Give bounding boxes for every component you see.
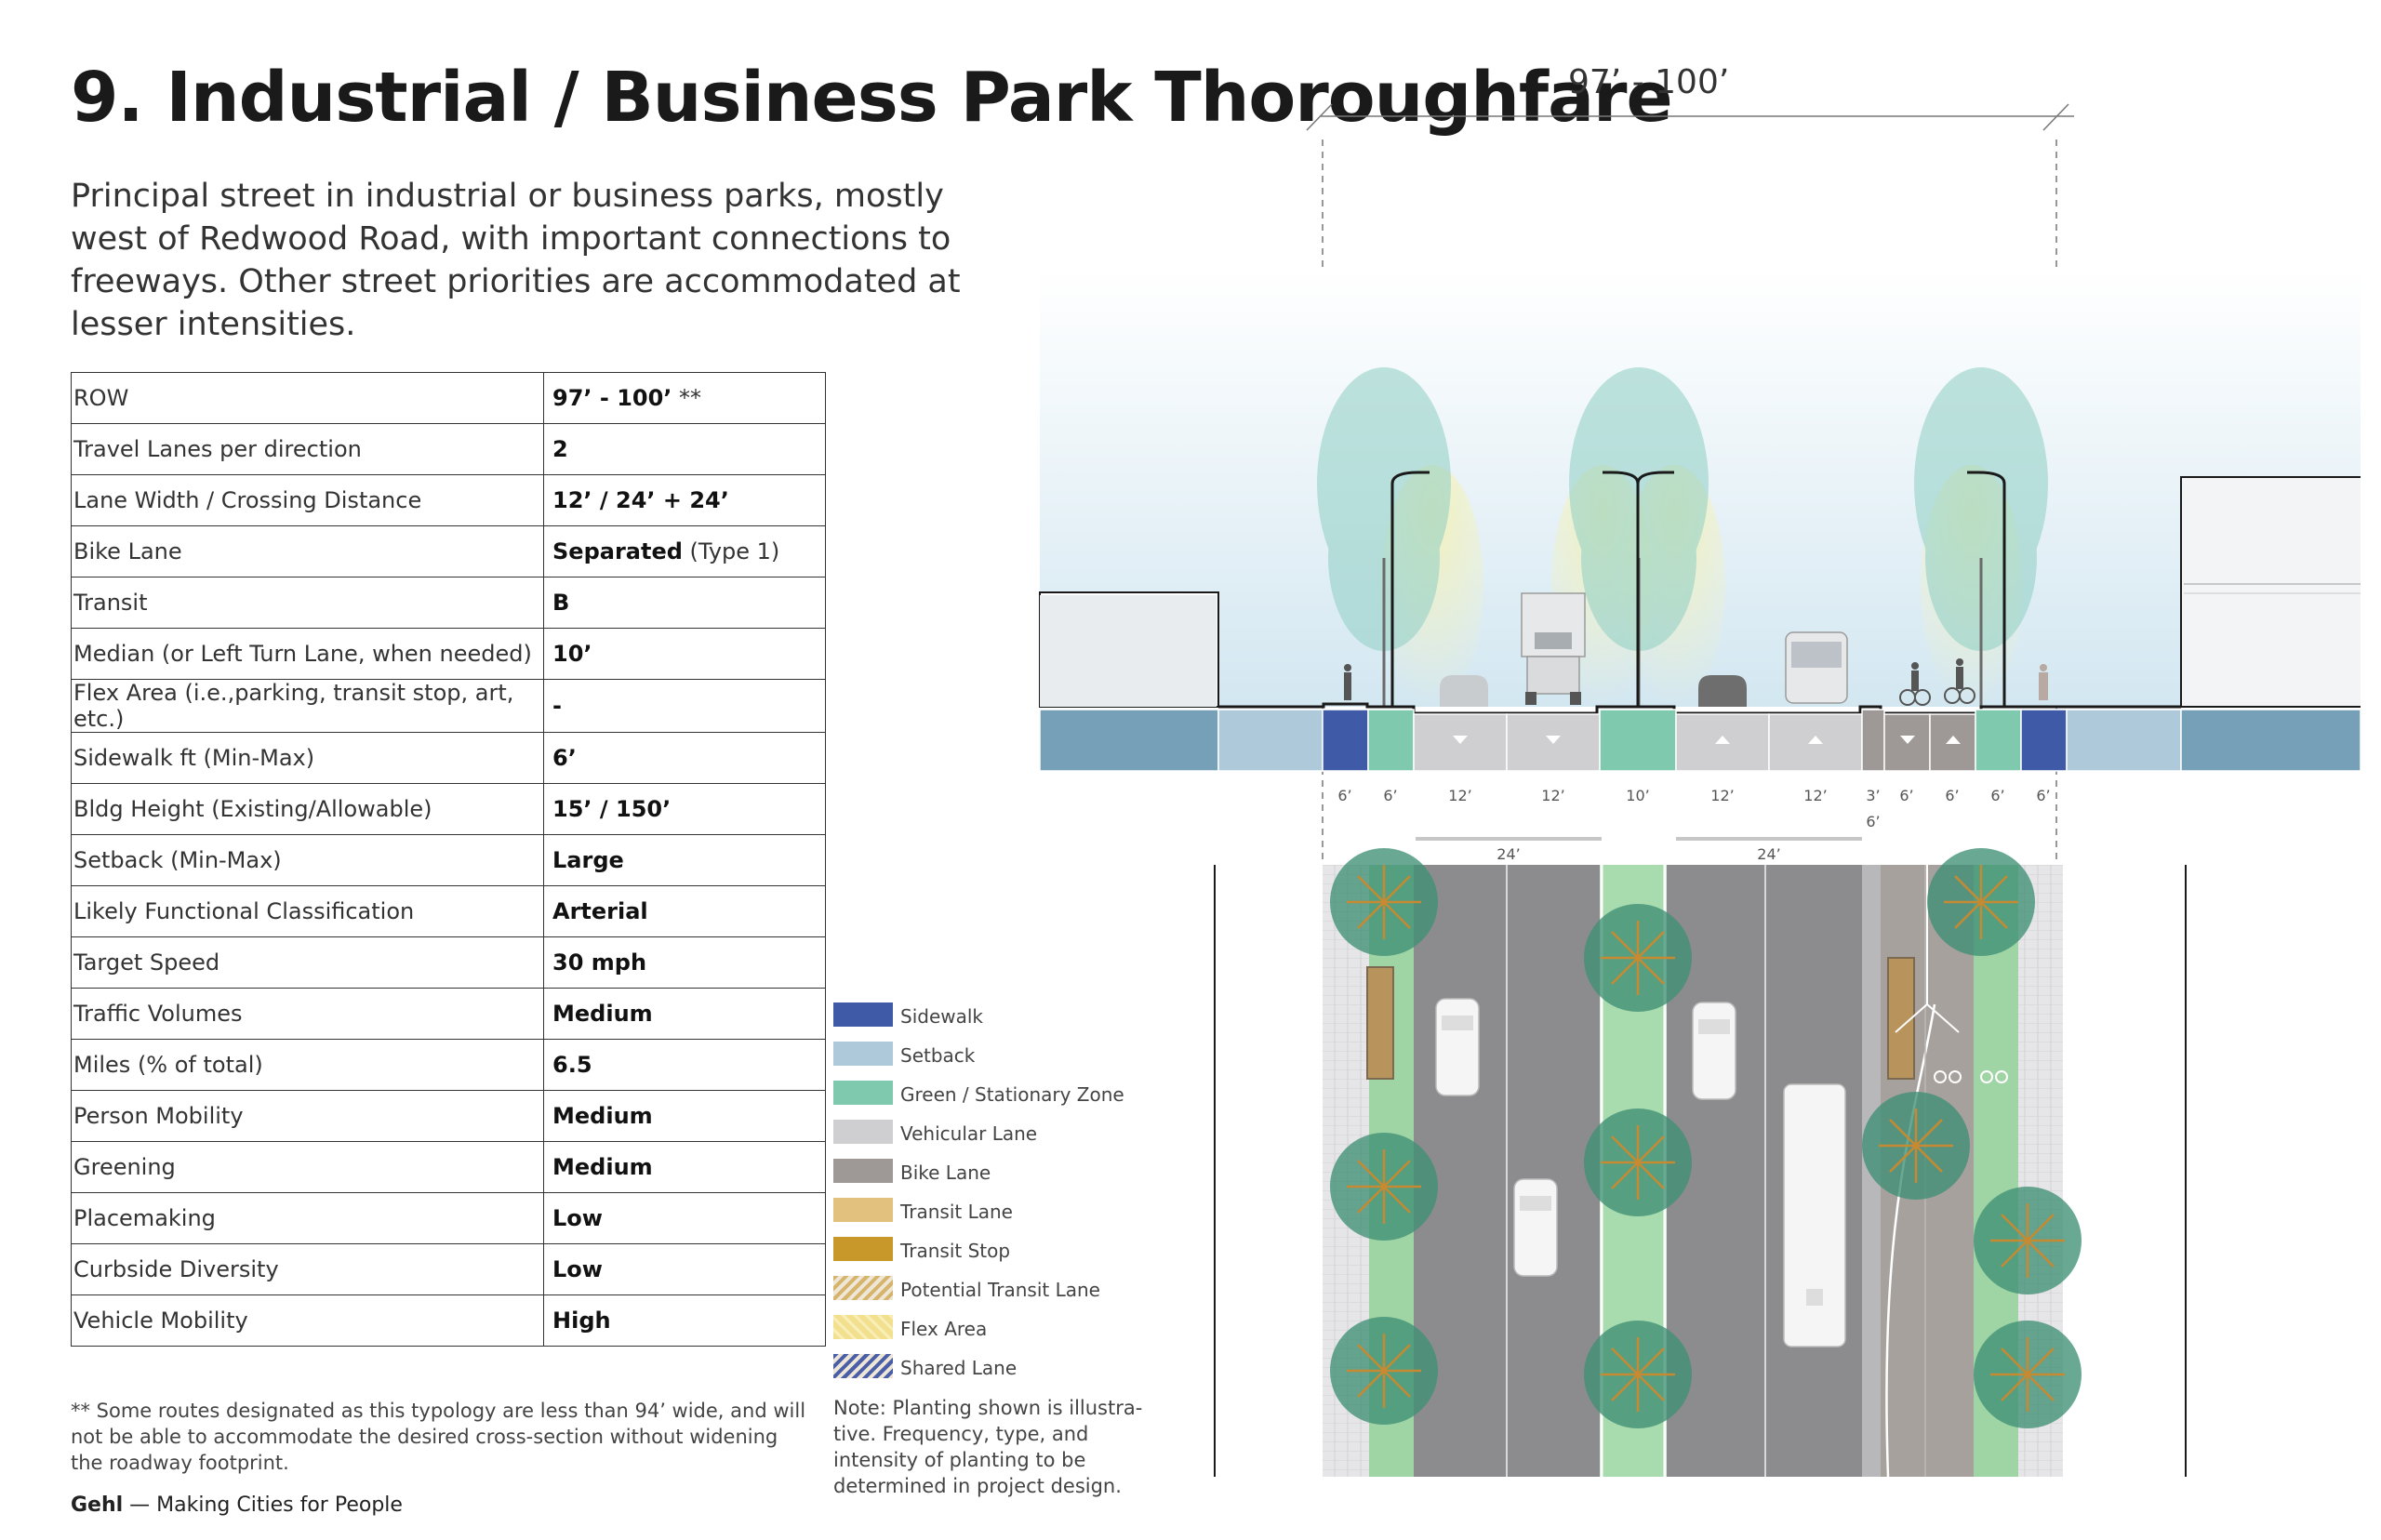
lane-dimension: 12’ [1803,787,1827,804]
tree-branches [1347,1334,1421,1408]
lane-dimension: 6’ [1945,787,1959,804]
street-plan-view [1214,848,2187,1478]
lane-dimension: 6’ [2036,787,2050,804]
crossing-dimension-labels: 24’ 24’ [1496,845,1780,863]
lane-dimension: 6’ [1383,787,1397,804]
tree-branches [1601,1125,1675,1200]
tree-branches [1601,921,1675,995]
lane-dimension: 6’ [1899,787,1913,804]
tree-branches [1990,1203,2065,1278]
lane-dimension: 12’ [1541,787,1564,804]
lane-dimension: 6’ [1337,787,1351,804]
lane-dimension: 3’ [1866,787,1880,804]
lane-dimension: 12’ [1710,787,1734,804]
tree-branches [1990,1337,2065,1412]
truck-illustration [1521,592,1586,705]
crossing-dimension: 24’ [1757,845,1780,863]
street-cross-section [1039,270,2361,772]
street-drawings: 6’ 6’ 12’ 12’ 10’ 12’ 12’ 3’ 6’ 6’ 6’ 6’ 6’ 24’ 24’ [1039,103,2361,1478]
tree-branches [1347,1149,1421,1224]
lane-dimension-extra: 6’ [1866,813,1880,830]
lane-dimension: 10’ [1626,787,1649,804]
crossing-dimension: 24’ [1496,845,1520,863]
bus-illustration [1785,631,1848,704]
tree-branches [1601,1337,1675,1412]
lane-dimension: 12’ [1448,787,1471,804]
tree-branches [1944,865,2018,939]
lane-dimension: 6’ [1990,787,2004,804]
lane-dimension-labels: 6’ 6’ 12’ 12’ 10’ 12’ 12’ 3’ 6’ 6’ 6’ 6’ 6’ [1337,787,2050,830]
tree-branches [1347,865,1421,939]
tree-branches [1879,1109,1953,1183]
